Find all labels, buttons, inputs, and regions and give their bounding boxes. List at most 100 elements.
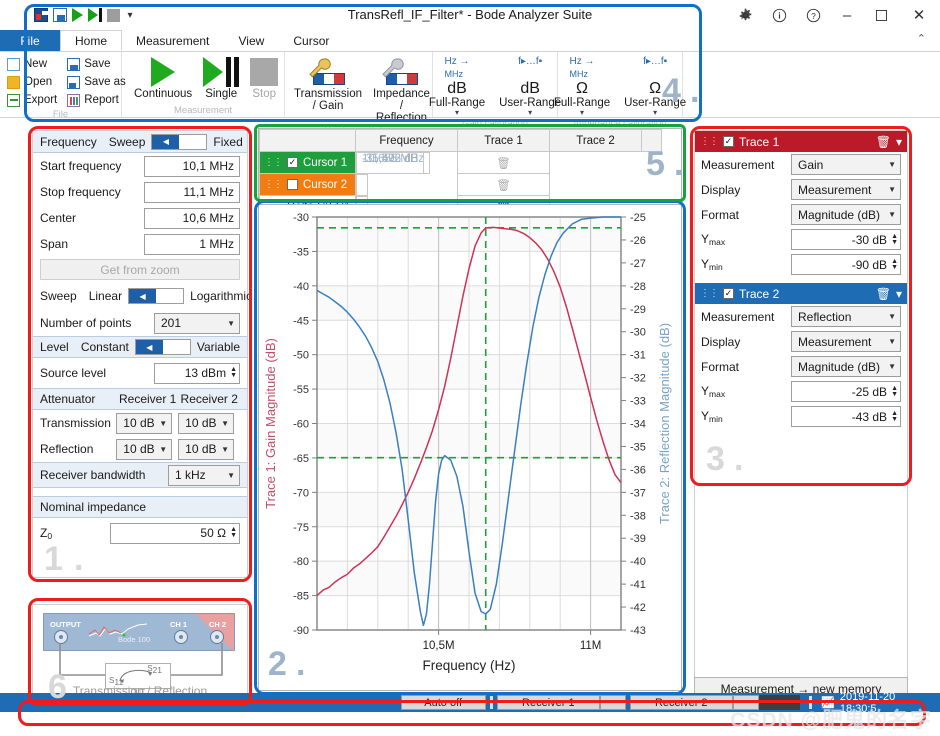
maximize-button[interactable] bbox=[864, 0, 898, 30]
stop-icon[interactable] bbox=[106, 8, 120, 22]
app-icon[interactable] bbox=[34, 8, 48, 22]
tab-view[interactable]: View bbox=[223, 30, 279, 51]
get-from-zoom-button[interactable]: Get from zoom bbox=[40, 259, 240, 280]
help-icon[interactable]: ? bbox=[796, 0, 830, 30]
stop-button[interactable]: Stop bbox=[245, 56, 283, 100]
minimize-button[interactable]: – bbox=[830, 0, 864, 30]
cursor2-name-cell[interactable]: ⋮⋮ Cursor 2 bbox=[259, 173, 356, 196]
reflection-r2-combo[interactable]: 10 dB ▼ bbox=[178, 438, 234, 460]
chevron-down-icon[interactable]: ▾ bbox=[896, 135, 902, 149]
trace1-measurement-combo[interactable]: Gain ▼ bbox=[791, 154, 901, 175]
plot-panel[interactable]: -30 -35 -40 -45 -50 -55 -60 -65 -70 -75 -80 -85 -90 -… bbox=[258, 204, 682, 691]
spinner-icon[interactable]: ▲ ▼ bbox=[230, 526, 237, 539]
diagram-panel[interactable]: OUTPUT CH 1 CH 2 Bode 100 S11 S21 Transm… bbox=[32, 604, 248, 700]
tab-measurement[interactable]: Measurement bbox=[122, 30, 223, 51]
table-row[interactable]: ⋮⋮ Cursor 2 🗑 bbox=[259, 173, 681, 196]
trace1-display-combo[interactable]: Measurement ▼ bbox=[791, 179, 901, 200]
report-button[interactable]: Report bbox=[67, 92, 126, 108]
bode-plot[interactable]: -30 -35 -40 -45 -50 -55 -60 -65 -70 -75 -80 -85 -90 -… bbox=[259, 205, 681, 690]
trace1-checkbox[interactable]: ✓ bbox=[723, 136, 734, 147]
collapse-ribbon-icon[interactable]: ⌃ bbox=[917, 32, 926, 45]
sweep-scale-toggle[interactable]: ◀ bbox=[128, 288, 185, 304]
ribbon-tabs[interactable]: File Home Measurement View Cursor bbox=[0, 30, 940, 52]
drag-handle-icon[interactable]: ⋮⋮ bbox=[264, 157, 283, 168]
new-button[interactable]: New bbox=[7, 56, 57, 72]
level-mode-toggle[interactable]: ◀ bbox=[134, 339, 191, 355]
svg-text:-70: -70 bbox=[293, 487, 309, 499]
trace1-ymax-input[interactable]: -30 dB ▲ ▼ bbox=[791, 229, 901, 250]
trace2-checkbox[interactable]: ✓ bbox=[723, 288, 734, 299]
cursor2-checkbox[interactable] bbox=[287, 179, 298, 190]
frequency-mode-toggle[interactable]: ◀ bbox=[151, 133, 208, 150]
gain-full-range-button[interactable]: Hz → MHz dB Full-Range ▾ bbox=[423, 56, 491, 117]
receiver1-status[interactable]: Receiver 1 bbox=[496, 695, 600, 710]
chevron-down-icon[interactable]: ▾ bbox=[653, 109, 657, 117]
tab-file[interactable]: File bbox=[0, 30, 60, 51]
impedance-full-range-button[interactable]: Hz → MHz Ω Full-Range ▾ bbox=[548, 56, 616, 117]
transmission-gain-button[interactable]: Transmission / Gain bbox=[292, 56, 364, 112]
single-button[interactable]: Single bbox=[198, 56, 244, 100]
tab-cursor[interactable]: Cursor bbox=[279, 30, 343, 51]
trace2-delete-icon[interactable]: 🗑 bbox=[876, 287, 891, 301]
continuous-icon[interactable] bbox=[72, 8, 83, 22]
trace2-header[interactable]: ⋮⋮ ✓ Trace 2 🗑 ▾ bbox=[695, 283, 907, 304]
trace2-ymax-input[interactable]: -25 dB ▲ ▼ bbox=[791, 381, 901, 402]
chevron-down-icon[interactable]: ▾ bbox=[455, 109, 459, 117]
span-input[interactable]: 1 MHz bbox=[144, 233, 240, 255]
spinner-icon[interactable]: ▲ ▼ bbox=[891, 385, 898, 398]
more-icon[interactable]: ▾ bbox=[128, 10, 133, 21]
cursor1-delete-icon[interactable]: 🗑 bbox=[457, 151, 550, 174]
cursor1-checkbox[interactable]: ✓ bbox=[287, 157, 298, 168]
stop-frequency-input[interactable]: 11,1 MHz bbox=[144, 181, 240, 203]
receiver2-status[interactable]: Receiver 2 bbox=[629, 695, 733, 710]
cursor-table[interactable]: Frequency Trace 1 Trace 2 ⋮⋮ ✓ Cursor 1 … bbox=[258, 128, 682, 218]
open-button[interactable]: Open bbox=[7, 74, 57, 90]
trace1-ymin-input[interactable]: -90 dB ▲ ▼ bbox=[791, 254, 901, 275]
trace2-measurement-combo[interactable]: Reflection ▼ bbox=[791, 306, 901, 327]
trace1-format-combo[interactable]: Magnitude (dB) ▼ bbox=[791, 204, 901, 225]
chevron-down-icon: ▼ bbox=[888, 185, 896, 194]
center-input[interactable]: 10,6 MHz bbox=[144, 207, 240, 229]
auto-status[interactable]: Auto off bbox=[400, 695, 486, 710]
cursor2-delete-icon[interactable]: 🗑 bbox=[457, 173, 550, 196]
quick-access-toolbar[interactable]: ▾ bbox=[34, 8, 133, 22]
spinner-icon[interactable]: ▲ ▼ bbox=[891, 233, 898, 246]
save-as-button[interactable]: Save as bbox=[67, 74, 126, 90]
transmission-r2-combo[interactable]: 10 dB ▼ bbox=[178, 412, 234, 434]
impedance-input[interactable]: 50 Ω ▲ ▼ bbox=[110, 522, 240, 544]
table-row[interactable]: ⋮⋮ ✓ Cursor 1 10,655 MHz -31,576 dB -35,… bbox=[259, 151, 681, 174]
gear-icon[interactable] bbox=[728, 0, 762, 30]
trace2-display-combo[interactable]: Measurement ▼ bbox=[791, 331, 901, 352]
chevron-down-icon[interactable]: ▾ bbox=[528, 109, 532, 117]
drag-handle-icon[interactable]: ⋮⋮ bbox=[700, 288, 719, 299]
export-button[interactable]: Export bbox=[7, 92, 57, 108]
spinner-icon[interactable]: ▲ ▼ bbox=[891, 410, 898, 423]
close-button[interactable]: ✕ bbox=[898, 0, 940, 30]
chevron-down-icon[interactable]: ▾ bbox=[896, 287, 902, 301]
points-combo[interactable]: 201 ▼ bbox=[154, 312, 240, 334]
transmission-r1-combo[interactable]: 10 dB ▼ bbox=[116, 412, 173, 434]
spinner-icon[interactable]: ▲ ▼ bbox=[230, 366, 237, 379]
trace2-ymin-input[interactable]: -43 dB ▲ ▼ bbox=[791, 406, 901, 427]
trace1-header[interactable]: ⋮⋮ ✓ Trace 1 🗑 ▾ bbox=[695, 131, 907, 152]
receiver-bandwidth-combo[interactable]: 1 kHz ▼ bbox=[168, 464, 240, 486]
info-icon[interactable] bbox=[762, 0, 796, 30]
impedance-user-range-button[interactable]: f▸…f▪ Ω User-Range ▾ bbox=[618, 56, 692, 117]
save-button[interactable]: Save bbox=[67, 56, 126, 72]
cursor1-name-cell[interactable]: ⋮⋮ ✓ Cursor 1 bbox=[259, 151, 356, 174]
spinner-icon[interactable]: ▲ ▼ bbox=[891, 258, 898, 271]
drag-handle-icon[interactable]: ⋮⋮ bbox=[700, 136, 719, 147]
trace1-delete-icon[interactable]: 🗑 bbox=[876, 135, 891, 149]
chart-icon: 📈 bbox=[821, 697, 835, 709]
level-section-header: Level Constant ◀ Variable bbox=[33, 336, 247, 358]
trace2-format-combo[interactable]: Magnitude (dB) ▼ bbox=[791, 356, 901, 377]
save-icon[interactable] bbox=[53, 8, 67, 22]
source-level-input[interactable]: 13 dBm ▲ ▼ bbox=[154, 362, 240, 384]
start-frequency-input[interactable]: 10,1 MHz bbox=[144, 155, 240, 177]
single-icon[interactable] bbox=[88, 8, 102, 22]
reflection-r1-combo[interactable]: 10 dB ▼ bbox=[116, 438, 173, 460]
tab-home[interactable]: Home bbox=[60, 30, 123, 51]
drag-handle-icon[interactable]: ⋮⋮ bbox=[264, 179, 283, 190]
chevron-down-icon[interactable]: ▾ bbox=[580, 109, 584, 117]
continuous-button[interactable]: Continuous bbox=[129, 56, 197, 100]
